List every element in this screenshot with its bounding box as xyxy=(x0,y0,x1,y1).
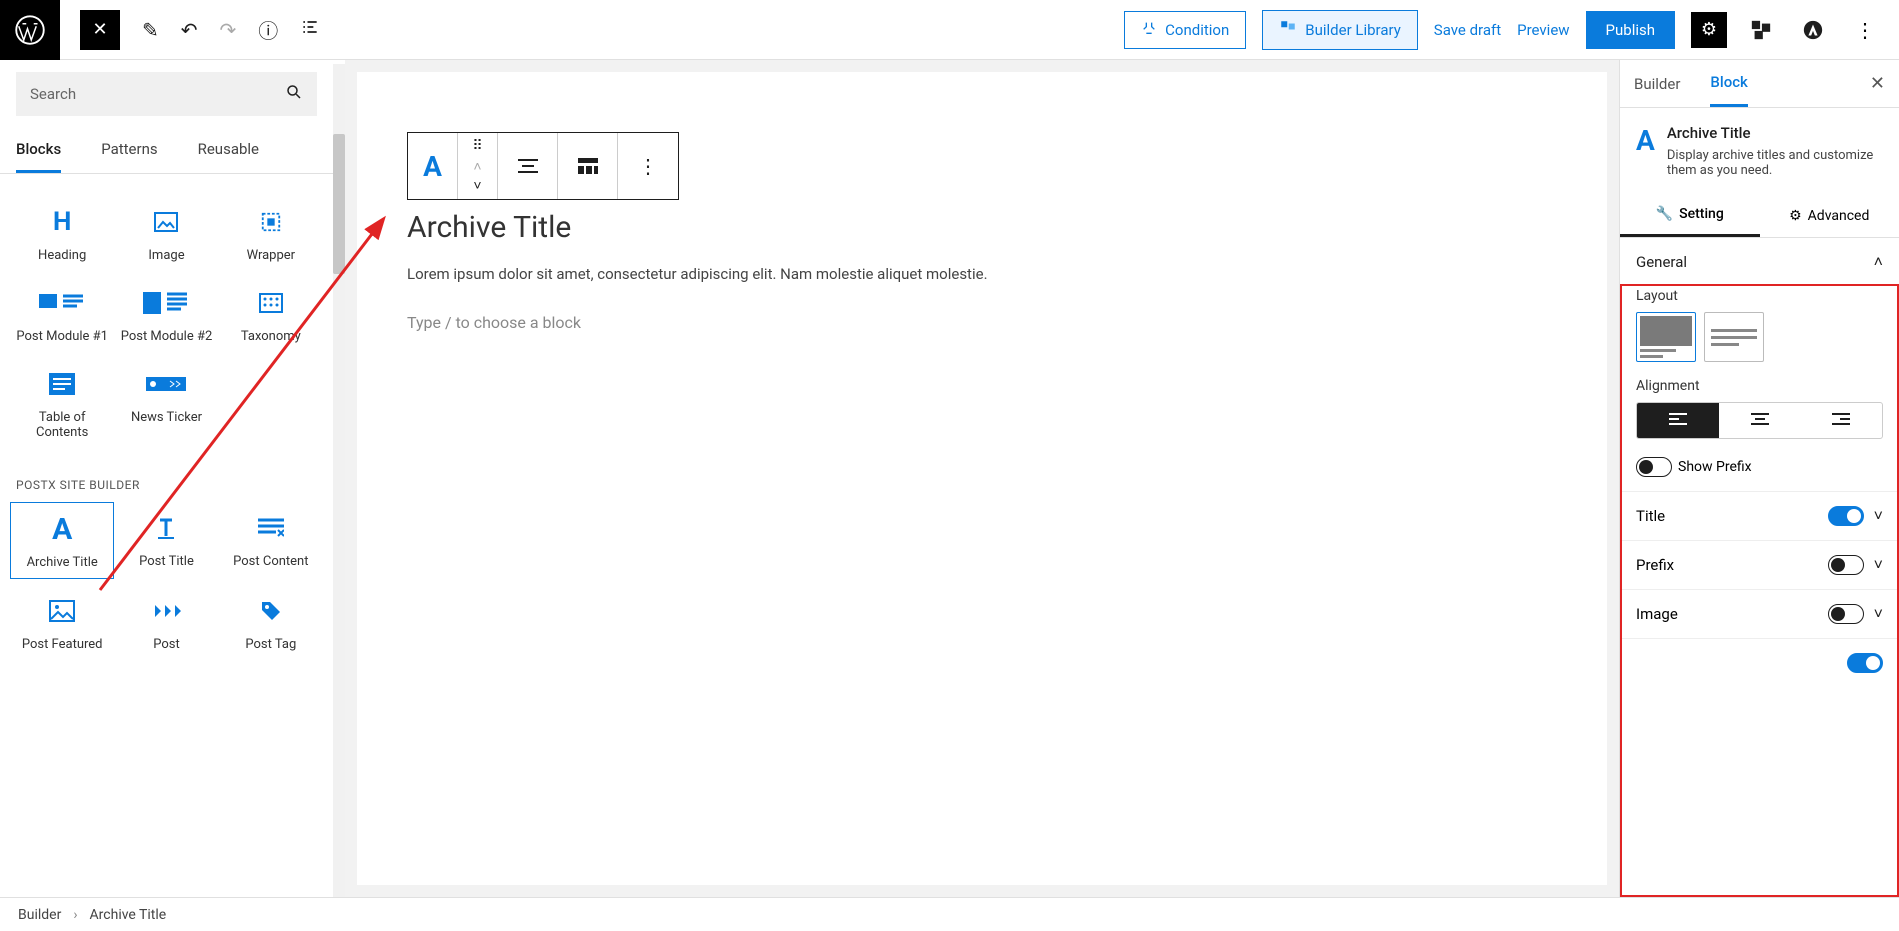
block-appender[interactable]: Type / to choose a block xyxy=(407,313,1557,332)
category-label: POSTX SITE BUILDER xyxy=(0,448,333,502)
block-post[interactable]: Post xyxy=(114,585,218,660)
settings-sidebar: Builder Block ✕ A Archive Title Display … xyxy=(1619,60,1899,897)
chevron-down-icon: ˅ xyxy=(1874,555,1883,575)
crumb-archive-title[interactable]: Archive Title xyxy=(90,907,167,923)
show-prefix-label: Show Prefix xyxy=(1678,459,1752,475)
search-placeholder: Search xyxy=(30,85,76,103)
block-toolbar: A ⠿ ˄ ˅ ⋮ xyxy=(407,132,679,200)
align-button[interactable] xyxy=(498,133,558,199)
align-right[interactable] xyxy=(1800,403,1882,438)
block-wrapper[interactable]: Wrapper xyxy=(219,196,323,271)
toggle-title[interactable] xyxy=(1828,506,1864,526)
crumb-builder[interactable]: Builder xyxy=(18,907,61,923)
block-inserter: Search Blocks Patterns Reusable HHeading… xyxy=(0,60,345,897)
redo-icon[interactable]: ↷ xyxy=(220,18,237,42)
search-input[interactable]: Search xyxy=(16,72,317,116)
block-heading[interactable]: HHeading xyxy=(10,196,114,271)
undo-icon[interactable]: ↶ xyxy=(181,18,198,42)
condition-button[interactable]: Condition xyxy=(1124,11,1246,49)
edit-icon[interactable]: ✎ xyxy=(142,18,159,42)
row-prefix[interactable]: Prefix ˅ xyxy=(1620,541,1899,590)
toggle-prefix[interactable] xyxy=(1828,555,1864,575)
tab-patterns[interactable]: Patterns xyxy=(101,140,157,173)
chevron-up-icon: ˄ xyxy=(1874,252,1883,272)
block-toc[interactable]: Table of Contents xyxy=(10,358,114,448)
block-news-ticker[interactable]: News Ticker xyxy=(114,358,218,448)
block-description: Display archive titles and customize the… xyxy=(1667,148,1883,178)
chevron-down-icon: ˅ xyxy=(1874,604,1883,624)
toggle-show-prefix[interactable] xyxy=(1636,457,1672,477)
close-sidebar-icon[interactable]: ✕ xyxy=(1870,60,1885,107)
chevron-down-icon: ˅ xyxy=(1874,506,1883,526)
move-up-icon[interactable]: ˄ xyxy=(473,158,481,175)
block-empty xyxy=(219,358,323,448)
preview-button[interactable]: Preview xyxy=(1517,21,1569,39)
alignment-label: Alignment xyxy=(1636,378,1883,394)
gear-icon: ⚙ xyxy=(1789,208,1802,224)
condition-icon xyxy=(1141,20,1157,40)
block-post-featured[interactable]: Post Featured xyxy=(10,585,114,660)
layout-label: Layout xyxy=(1636,288,1883,304)
more-options-button[interactable]: ⋮ xyxy=(618,133,678,199)
block-title: Archive Title xyxy=(1667,124,1883,142)
drag-handle-icon[interactable]: ⠿ xyxy=(472,138,482,154)
subtab-setting[interactable]: 🔧Setting xyxy=(1620,194,1760,237)
block-post-module-2[interactable]: Post Module #2 xyxy=(114,277,218,352)
builder-library-label: Builder Library xyxy=(1305,21,1401,39)
layout-option-1[interactable] xyxy=(1636,312,1696,362)
toggle-extra[interactable] xyxy=(1847,653,1883,673)
block-taxonomy[interactable]: Taxonomy xyxy=(219,277,323,352)
builder-library-button[interactable]: Builder Library xyxy=(1262,10,1418,50)
block-post-tag[interactable]: Post Tag xyxy=(219,585,323,660)
align-left[interactable] xyxy=(1637,403,1719,438)
toggle-image[interactable] xyxy=(1828,604,1864,624)
panel-general[interactable]: General ˄ xyxy=(1636,252,1883,272)
block-image[interactable]: Image xyxy=(114,196,218,271)
block-icon: A xyxy=(1636,124,1655,157)
search-icon xyxy=(285,83,303,105)
block-post-module-1[interactable]: Post Module #1 xyxy=(10,277,114,352)
tab-builder[interactable]: Builder xyxy=(1634,60,1680,107)
move-handles[interactable]: ⠿ ˄ ˅ xyxy=(458,133,498,199)
left-scrollbar[interactable] xyxy=(333,64,345,897)
close-inserter-button[interactable]: ✕ xyxy=(80,10,120,50)
block-type-icon[interactable]: A xyxy=(408,133,458,199)
archive-description: Lorem ipsum dolor sit amet, consectetur … xyxy=(407,265,1557,283)
subtab-advanced[interactable]: ⚙Advanced xyxy=(1760,194,1899,237)
archive-title-heading[interactable]: Archive Title xyxy=(407,210,1557,245)
wordpress-logo[interactable] xyxy=(0,0,60,60)
save-draft-button[interactable]: Save draft xyxy=(1434,21,1501,39)
block-archive-title[interactable]: AArchive Title xyxy=(10,502,114,579)
library-icon xyxy=(1279,19,1297,41)
publish-button[interactable]: Publish xyxy=(1586,11,1675,49)
block-post-title[interactable]: Post Title xyxy=(114,502,218,579)
layout-button[interactable] xyxy=(558,133,618,199)
block-post-content[interactable]: Post Content xyxy=(219,502,323,579)
chevron-right-icon: › xyxy=(73,907,77,923)
plugin-icon-2[interactable] xyxy=(1795,12,1831,48)
layout-option-2[interactable] xyxy=(1704,312,1764,362)
info-icon[interactable]: ⓘ xyxy=(258,15,278,44)
options-menu-icon[interactable]: ⋮ xyxy=(1847,12,1883,48)
condition-label: Condition xyxy=(1165,21,1229,39)
tab-block[interactable]: Block xyxy=(1710,60,1747,107)
row-title[interactable]: Title ˅ xyxy=(1620,492,1899,541)
editor-canvas[interactable]: A ⠿ ˄ ˅ ⋮ Archive Title Lorem ipsum dolor… xyxy=(357,72,1607,885)
row-extra[interactable] xyxy=(1620,639,1899,687)
move-down-icon[interactable]: ˅ xyxy=(473,177,481,194)
plugin-icon-1[interactable] xyxy=(1743,12,1779,48)
row-image[interactable]: Image ˅ xyxy=(1620,590,1899,639)
list-view-icon[interactable] xyxy=(300,17,320,42)
align-center[interactable] xyxy=(1719,403,1801,438)
tab-reusable[interactable]: Reusable xyxy=(198,140,259,173)
breadcrumb: Builder › Archive Title xyxy=(0,897,1899,931)
wrench-icon: 🔧 xyxy=(1656,206,1673,222)
settings-button[interactable]: ⚙ xyxy=(1691,12,1727,48)
tab-blocks[interactable]: Blocks xyxy=(16,140,61,173)
